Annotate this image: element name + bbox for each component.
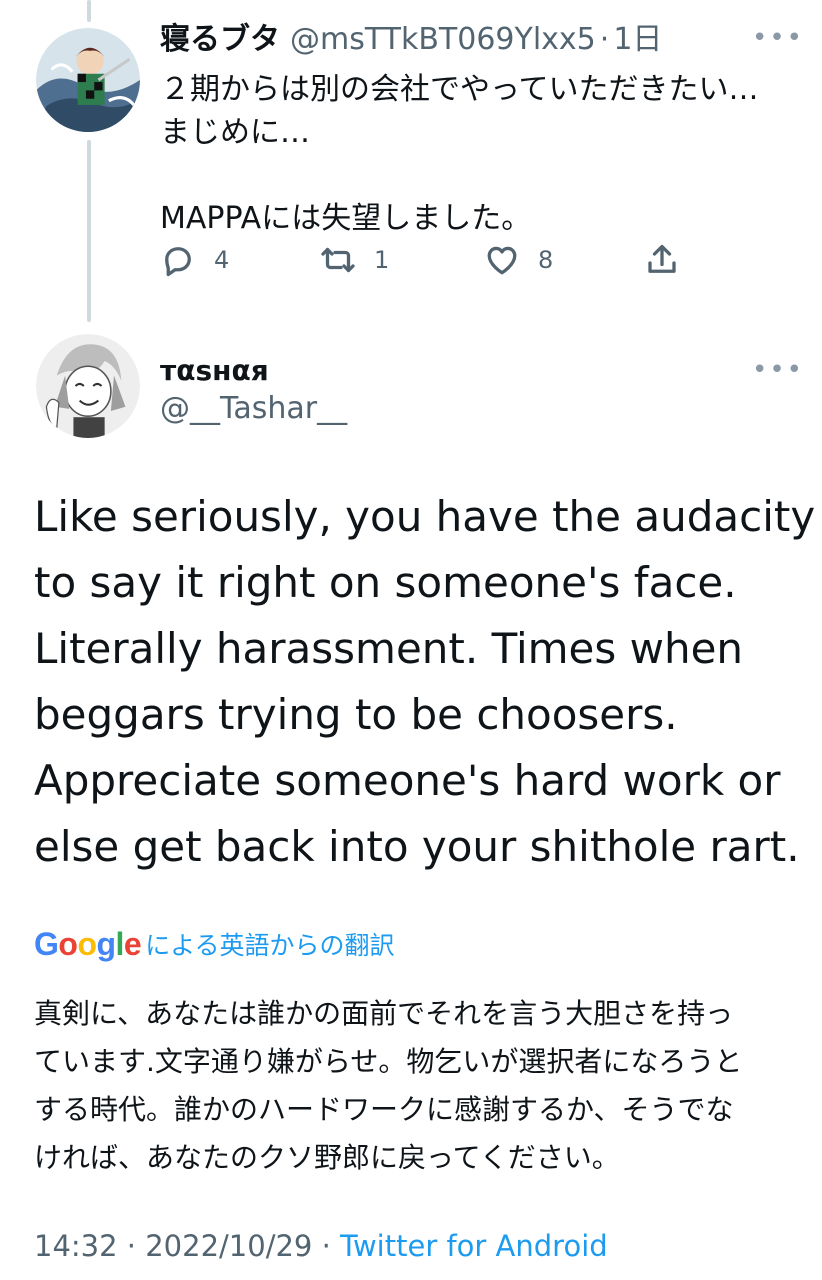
reply-avatar[interactable] [36, 28, 140, 132]
meta-separator: · [321, 1229, 331, 1263]
reply-header: 寝るブタ @msTTkBT069Ylxx5 · 1日 [160, 20, 662, 60]
translated-text-line: ければ、あなたのクソ野郎に戻ってください。 [34, 1141, 620, 1174]
reply-handle[interactable]: @msTTkBT069Ylxx5 [290, 22, 596, 57]
translated-text-line: する時代。誰かのハードワークに感謝するか、そうでな [34, 1093, 734, 1126]
tweet-time: 14:32 [34, 1229, 118, 1263]
like-button[interactable]: 8 [484, 238, 553, 282]
heart-icon [487, 246, 517, 275]
reply-text-line: まじめに… [160, 115, 310, 150]
main-display-name[interactable]: тαѕнαя [160, 354, 269, 388]
main-text-line: Like seriously, you have the audacity [34, 492, 816, 541]
translated-text-line: 真剣に、あなたは誰かの面前でそれを言う大胆さを持っ [34, 997, 734, 1030]
reply-timestamp[interactable]: 1日 [613, 22, 662, 57]
reply-text-line [160, 154, 790, 197]
reply-button[interactable]: 4 [160, 238, 229, 282]
main-avatar[interactable] [36, 334, 140, 438]
reply-text-line: MAPPAには失望しました。 [160, 201, 532, 236]
retweet-count: 1 [374, 246, 390, 274]
meta-separator: · [126, 1229, 137, 1263]
reply-separator: · [599, 22, 610, 57]
retweet-icon [321, 247, 355, 273]
translation-label: による英語からの翻訳 [145, 931, 395, 960]
thread-line-bottom [87, 140, 91, 322]
main-handle[interactable]: @__Tashar__ [160, 390, 347, 428]
main-text-line: Literally harassment. Times when [34, 624, 744, 673]
tweet-meta: 14:32 · 2022/10/29 · Twitter for Android [34, 1226, 608, 1266]
tweet-source-link[interactable]: Twitter for Android [340, 1229, 608, 1263]
reply-text: ２期からは別の会社でやっていただきたい… まじめに… MAPPAには失望しました… [160, 68, 790, 240]
translated-text-line: ています.文字通り嫌がらせ。物乞いが選択者になろうと [34, 1045, 743, 1078]
share-button[interactable] [644, 238, 680, 282]
translated-text: 真剣に、あなたは誰かの面前でそれを言う大胆さを持っ ています.文字通り嫌がらせ。… [34, 990, 794, 1182]
tweet-date: 2022/10/29 [145, 1229, 313, 1263]
thread-line-top [87, 0, 91, 22]
main-text-line: to say it right on someone's face. [34, 558, 737, 607]
retweet-button[interactable]: 1 [320, 238, 389, 282]
reply-display-name[interactable]: 寝るブタ [160, 22, 280, 57]
reply-text-line: ２期からは別の会社でやっていただきたい… [160, 72, 759, 107]
google-logo: Google [34, 925, 142, 962]
main-text-line: else get back into your shithole rart. [34, 822, 800, 871]
share-icon [648, 244, 676, 273]
main-tweet-text: Like seriously, you have the audacity to… [34, 484, 816, 880]
main-text-line: Appreciate someone's hard work or [34, 756, 781, 805]
main-more-icon[interactable]: ••• [752, 357, 804, 383]
like-count: 8 [538, 246, 554, 274]
reply-more-icon[interactable]: ••• [752, 25, 804, 51]
translation-attribution[interactable]: Google による英語からの翻訳 [34, 924, 394, 964]
reply-action-bar: 4 1 8 [160, 238, 720, 282]
reply-icon [165, 247, 191, 277]
main-text-line: beggars trying to be choosers. [34, 690, 678, 739]
reply-count: 4 [214, 246, 230, 274]
